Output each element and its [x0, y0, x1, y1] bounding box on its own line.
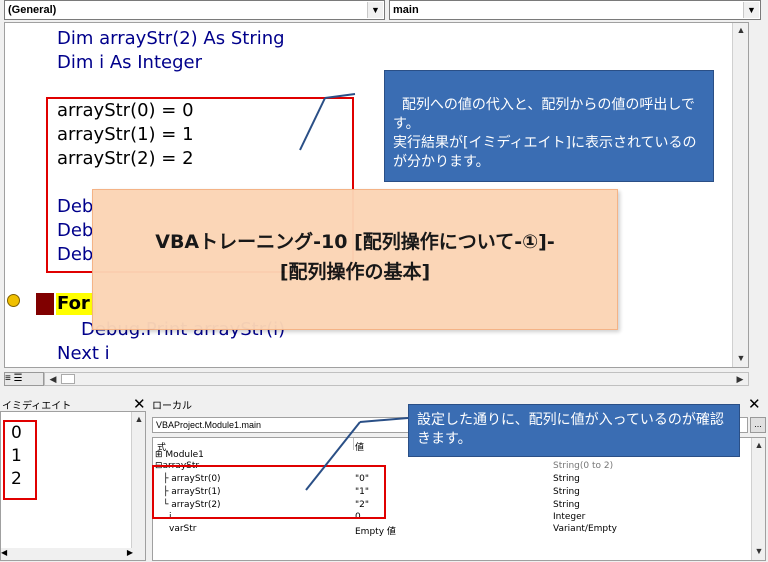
- code-vertical-scrollbar[interactable]: ▲ ▼: [732, 23, 748, 367]
- locals-type: Variant/Empty: [553, 524, 617, 534]
- banner-line-2: [配列操作の基本]: [279, 261, 431, 283]
- immediate-title: イミディエイト: [2, 401, 72, 412]
- hscroll-thumb[interactable]: [61, 374, 75, 384]
- locals-type: String: [553, 474, 580, 484]
- chevron-down-icon[interactable]: ▼: [367, 2, 383, 18]
- procedure-view-icon[interactable]: ≡: [5, 373, 11, 384]
- code-horizontal-scrollbar[interactable]: ◀ ▶: [44, 372, 749, 386]
- expand-icon[interactable]: ⊞: [155, 450, 163, 460]
- callout-top-text: 配列への値の代入と、配列からの値の呼出しです。 実行結果が[イミディエイト]に表…: [393, 97, 697, 170]
- locals-value: Empty 値: [355, 527, 396, 537]
- tree-row[interactable]: varStr: [169, 524, 196, 534]
- code-line[interactable]: Next i: [57, 343, 110, 364]
- callout-bottom-text: 設定した通りに、配列に値が入っているのが確認きます。: [417, 412, 724, 447]
- locals-title: ローカル: [152, 401, 192, 412]
- procedure-combo[interactable]: main ▼: [389, 0, 761, 20]
- callout-top-line-a: [324, 93, 356, 99]
- code-line-current[interactable]: For: [57, 293, 90, 314]
- banner-line-1: VBAトレーニング-10 [配列操作について-①]-: [155, 231, 555, 253]
- locals-type: String: [553, 487, 580, 497]
- scroll-up-icon[interactable]: ▲: [752, 440, 766, 450]
- object-combo-value: (General): [8, 4, 57, 16]
- chevron-down-icon[interactable]: ▼: [743, 2, 759, 18]
- locals-type: Integer: [553, 512, 586, 522]
- title-banner: VBAトレーニング-10 [配列操作について-①]- [配列操作の基本]: [92, 189, 618, 330]
- callout-top: 配列への値の代入と、配列からの値の呼出しです。 実行結果が[イミディエイト]に表…: [384, 70, 714, 182]
- breakpoint-marker[interactable]: [36, 293, 54, 315]
- immediate-horizontal-scrollbar[interactable]: ◀ ▶: [1, 548, 133, 560]
- callout-top-line-b: [299, 97, 326, 151]
- immediate-highlight-box: [3, 420, 37, 500]
- scroll-up-icon[interactable]: ▲: [132, 414, 146, 424]
- locals-type: String: [553, 500, 580, 510]
- callout-bottom-line-b: [305, 421, 361, 491]
- locals-context-button[interactable]: ...: [750, 417, 766, 433]
- callout-bottom: 設定した通りに、配列に値が入っているのが確認きます。: [408, 404, 740, 457]
- procedure-combo-value: main: [393, 4, 419, 16]
- callout-bottom-line-a: [359, 417, 409, 423]
- scroll-left-icon[interactable]: ◀: [1, 548, 7, 557]
- callout-bottom-pointer: [305, 417, 409, 491]
- scroll-down-icon[interactable]: ▼: [733, 353, 748, 363]
- execution-arrow-icon: [7, 294, 20, 307]
- scroll-down-icon[interactable]: ▼: [752, 546, 766, 556]
- immediate-vertical-scrollbar[interactable]: ▲: [131, 412, 145, 560]
- scroll-left-icon[interactable]: ◀: [45, 374, 61, 385]
- full-module-view-icon[interactable]: ☰: [14, 373, 23, 384]
- close-icon[interactable]: ✕: [748, 395, 761, 413]
- code-view-toggle[interactable]: ≡ ☰: [4, 372, 44, 386]
- scroll-up-icon[interactable]: ▲: [733, 25, 748, 35]
- locals-vertical-scrollbar[interactable]: ▲ ▼: [751, 438, 765, 560]
- locals-type: String(0 to 2): [553, 461, 614, 471]
- code-line[interactable]: Dim arrayStr(2) As String: [57, 28, 285, 49]
- object-combo[interactable]: (General) ▼: [4, 0, 385, 20]
- tree-row[interactable]: ⊞ Module1: [155, 450, 204, 460]
- code-line[interactable]: Dim i As Integer: [57, 52, 202, 73]
- scroll-right-icon[interactable]: ▶: [127, 548, 133, 557]
- callout-top-pointer: [299, 93, 356, 151]
- locals-context-text: VBAProject.Module1.main: [156, 420, 262, 430]
- scroll-right-icon[interactable]: ▶: [732, 374, 748, 385]
